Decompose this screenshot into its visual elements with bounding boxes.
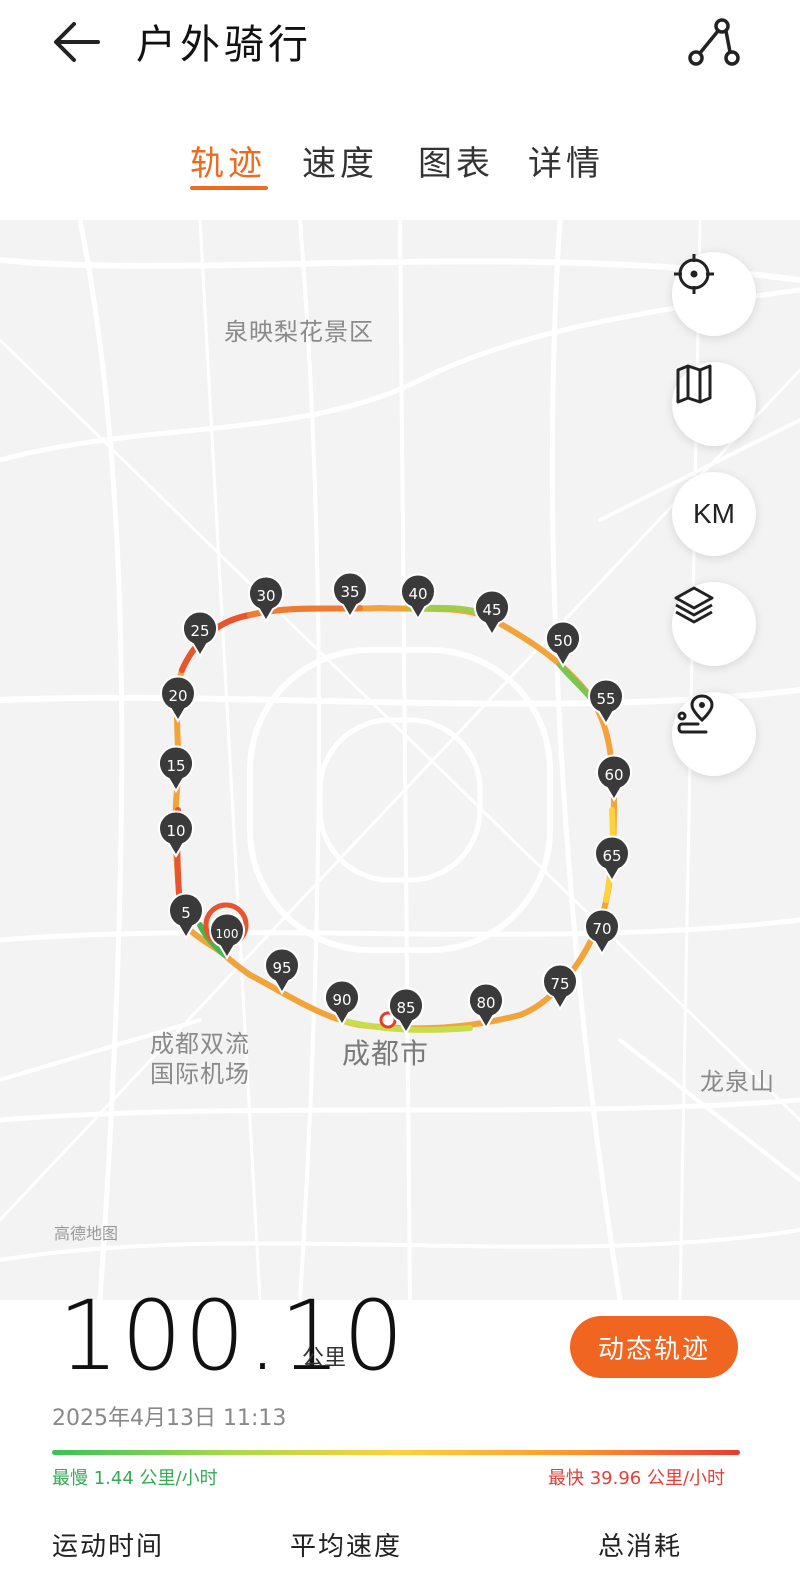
km-marker-label: 30 xyxy=(256,587,275,605)
place-label-airport-2: 国际机场 xyxy=(150,1060,250,1088)
page-title: 户外骑行 xyxy=(136,22,312,68)
locate-button[interactable] xyxy=(672,252,756,336)
km-marker-label: 40 xyxy=(408,585,427,603)
stat-label-time: 运动时间 xyxy=(52,1532,165,1562)
km-marker-label: 65 xyxy=(602,847,621,865)
tab-speed[interactable]: 速度 xyxy=(302,136,378,185)
tab-track[interactable]: 轨迹 xyxy=(190,136,266,185)
km-marker-label: 60 xyxy=(604,766,623,784)
place-label-longquan: 龙泉山 xyxy=(700,1068,775,1096)
km-marker-label: 20 xyxy=(168,687,187,705)
stat-label-calories: 总消耗 xyxy=(598,1532,683,1562)
km-marker-label: 70 xyxy=(592,920,611,938)
ride-datetime: 2025年4月13日 11:13 xyxy=(52,1406,287,1431)
route-share-button[interactable] xyxy=(686,14,742,70)
back-arrow-icon xyxy=(54,22,100,62)
route-share-icon xyxy=(688,18,740,66)
km-marker-label: 95 xyxy=(272,959,291,977)
km-marker-label: 10 xyxy=(166,822,185,840)
km-marker-label: 50 xyxy=(553,632,572,650)
layers-icon xyxy=(674,586,714,624)
speed-gradient-bar xyxy=(52,1450,740,1455)
map-type-button[interactable] xyxy=(672,362,756,446)
km-marker-40: 40 xyxy=(400,573,436,621)
route-pin-button[interactable] xyxy=(672,692,756,776)
place-label-scenic: 泉映梨花景区 xyxy=(224,318,374,346)
top-bar: 户外骑行 xyxy=(0,0,800,90)
map-provider-logo: 高德地图 xyxy=(54,1224,119,1243)
map-icon xyxy=(676,364,712,404)
km-marker-label: 5 xyxy=(181,904,191,922)
km-toggle-label: KM xyxy=(693,498,735,529)
km-marker-label: 15 xyxy=(166,757,185,775)
map-view[interactable]: 5 10 15 20 25 30 35 40 45 50 55 60 65 70 75 80 85 90 95 100… xyxy=(0,220,800,1300)
km-marker-label: 45 xyxy=(482,601,501,619)
km-marker-15: 15 xyxy=(158,745,194,793)
tab-details[interactable]: 详情 xyxy=(528,136,604,185)
km-toggle-button[interactable]: KM xyxy=(672,472,756,556)
km-marker-label: 75 xyxy=(550,975,569,993)
place-label-city: 成都市 xyxy=(342,1037,430,1070)
layers-button[interactable] xyxy=(672,582,756,666)
distance-unit: 公里 xyxy=(302,1346,347,1371)
dynamic-track-button[interactable]: 动态轨迹 xyxy=(570,1316,738,1378)
km-marker-20: 20 xyxy=(160,675,196,723)
back-button[interactable] xyxy=(48,14,104,70)
speed-max-label: 最快 39.96 公里/小时 xyxy=(548,1468,726,1489)
km-marker-label: 55 xyxy=(596,690,615,708)
active-tab-indicator xyxy=(190,186,268,190)
km-marker-label: 100 xyxy=(216,927,239,941)
route-pin-icon xyxy=(677,694,714,734)
km-markers: 5 10 15 20 25 30 35 40 45 50 55 60 65 70 75 80 85 90 95 100 xyxy=(158,571,632,1035)
km-marker-label: 25 xyxy=(190,622,209,640)
tab-bar: 轨迹 速度 图表 详情 xyxy=(0,130,800,200)
km-marker-75: 75 xyxy=(542,963,578,1011)
km-marker-55: 55 xyxy=(588,678,624,726)
stat-label-avg-speed: 平均速度 xyxy=(290,1532,403,1562)
km-marker-10: 10 xyxy=(158,810,194,858)
tab-chart[interactable]: 图表 xyxy=(418,136,494,185)
km-marker-label: 85 xyxy=(396,999,415,1017)
km-marker-65: 65 xyxy=(594,835,630,883)
km-marker-label: 80 xyxy=(476,994,495,1012)
km-marker-label: 35 xyxy=(340,583,359,601)
km-marker-label: 90 xyxy=(332,991,351,1009)
locate-icon xyxy=(674,254,714,294)
km-marker-60: 60 xyxy=(596,754,632,802)
distance-value: 100.10 xyxy=(58,1280,406,1392)
speed-min-label: 最慢 1.44 公里/小时 xyxy=(52,1468,218,1489)
km-marker-25: 25 xyxy=(182,610,218,658)
